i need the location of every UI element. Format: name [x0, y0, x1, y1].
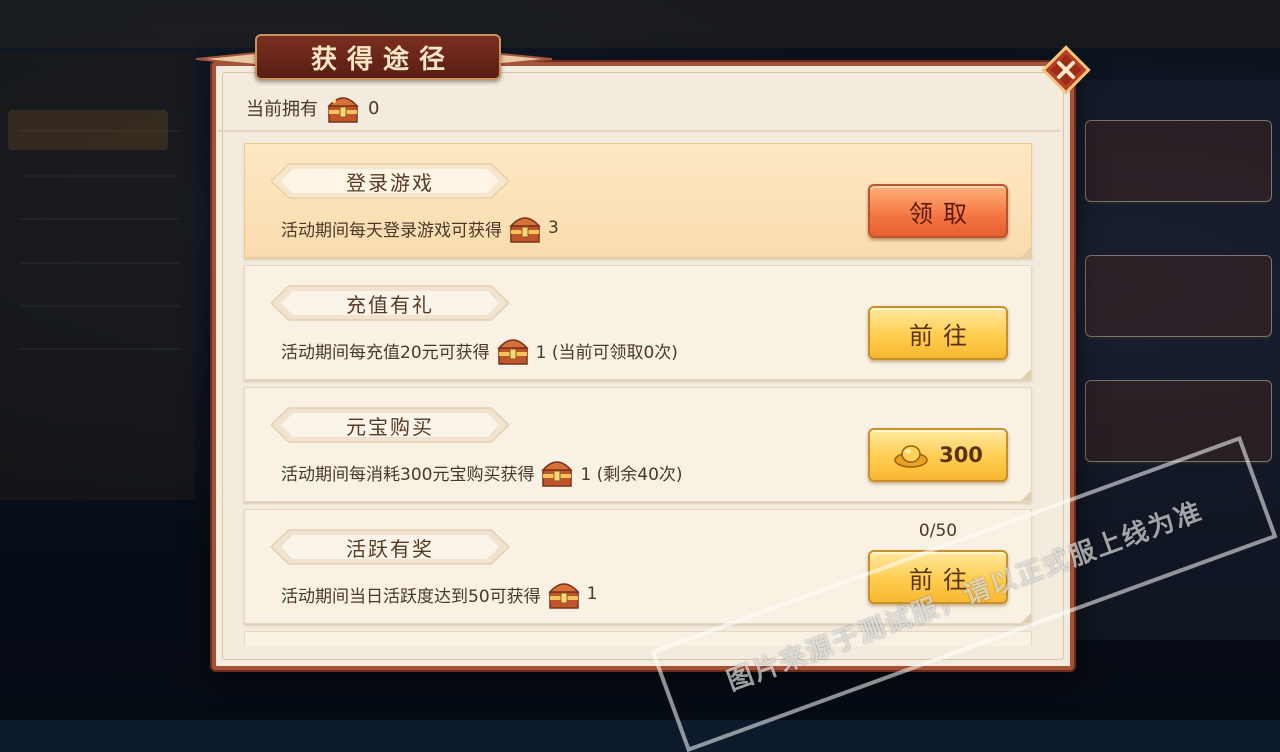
treasure-chest-icon — [547, 583, 580, 609]
task-tag: 充值有礼 — [271, 284, 509, 322]
reward-amount: 1 (当前可领取0次) — [535, 342, 678, 363]
task-title: 元宝购买 — [346, 414, 434, 439]
gold-ingot-icon — [894, 445, 928, 468]
desc-text: 活动期间每消耗300元宝购买获得 — [281, 464, 535, 485]
close-icon — [1041, 45, 1091, 95]
title-plate: 获得途径 — [255, 34, 501, 80]
reward-amount: 3 — [548, 218, 559, 238]
task-card-ingot-purchase: 元宝购买 活动期间每消耗300元宝购买获得 1 (剩余40次) 300 — [244, 387, 1032, 502]
card-fold — [1021, 247, 1031, 257]
task-tag: 活跃有奖 — [271, 528, 509, 566]
card-fold — [1021, 369, 1031, 379]
task-description: 活动期间每充值20元可获得 1 (当前可领取0次) — [281, 334, 678, 366]
task-description: 活动期间每天登录游戏可获得 3 — [281, 212, 559, 244]
task-title: 充值有礼 — [346, 292, 434, 317]
goto-activity-button[interactable]: 前往 — [868, 550, 1008, 604]
task-tag: 元宝购买 — [271, 406, 509, 444]
owned-count: 0 — [368, 97, 380, 119]
header-divider — [218, 130, 1060, 132]
task-card-activity: 活跃有奖 活动期间当日活跃度达到50可获得 1 0/50 前往 — [244, 509, 1032, 624]
claim-button[interactable]: 领取 — [868, 184, 1008, 238]
task-tag: 登录游戏 — [271, 162, 509, 200]
treasure-chest-icon — [496, 339, 529, 365]
reward-amount: 1 (剩余40次) — [580, 464, 683, 485]
treasure-chest-icon — [541, 461, 574, 487]
task-list[interactable]: 登录游戏 活动期间每天登录游戏可获得 3 领取 充值有礼 活动期间每充值20元可… — [244, 143, 1032, 646]
ingot-cost: 300 — [939, 443, 983, 467]
close-button[interactable] — [1041, 45, 1091, 95]
owned-counter: 当前拥有 0 — [246, 92, 379, 124]
task-title: 登录游戏 — [346, 170, 434, 195]
task-card-recharge: 充值有礼 活动期间每充值20元可获得 1 (当前可领取0次) 前往 — [244, 265, 1032, 380]
treasure-chest-icon — [327, 97, 359, 123]
desc-text: 活动期间每充值20元可获得 — [281, 342, 490, 363]
desc-text: 活动期间每天登录游戏可获得 — [281, 220, 502, 241]
activity-progress: 0/50 — [918, 521, 958, 541]
card-fold — [1021, 613, 1031, 623]
card-fold — [1021, 491, 1031, 501]
task-card-login: 登录游戏 活动期间每天登录游戏可获得 3 领取 — [244, 143, 1032, 258]
task-description: 活动期间当日活跃度达到50可获得 1 — [281, 578, 597, 610]
buy-with-ingot-button[interactable]: 300 — [868, 428, 1008, 482]
task-description: 活动期间每消耗300元宝购买获得 1 (剩余40次) — [281, 456, 683, 488]
owned-label: 当前拥有 — [246, 99, 318, 120]
desc-text: 活动期间当日活跃度达到50可获得 — [281, 586, 541, 607]
reward-amount: 1 — [586, 584, 598, 604]
goto-recharge-button[interactable]: 前往 — [868, 306, 1008, 360]
task-title: 活跃有奖 — [346, 536, 434, 561]
task-card-partial — [244, 631, 1032, 646]
treasure-chest-icon — [509, 217, 541, 243]
dialog-title: 获得途径 — [310, 44, 455, 75]
